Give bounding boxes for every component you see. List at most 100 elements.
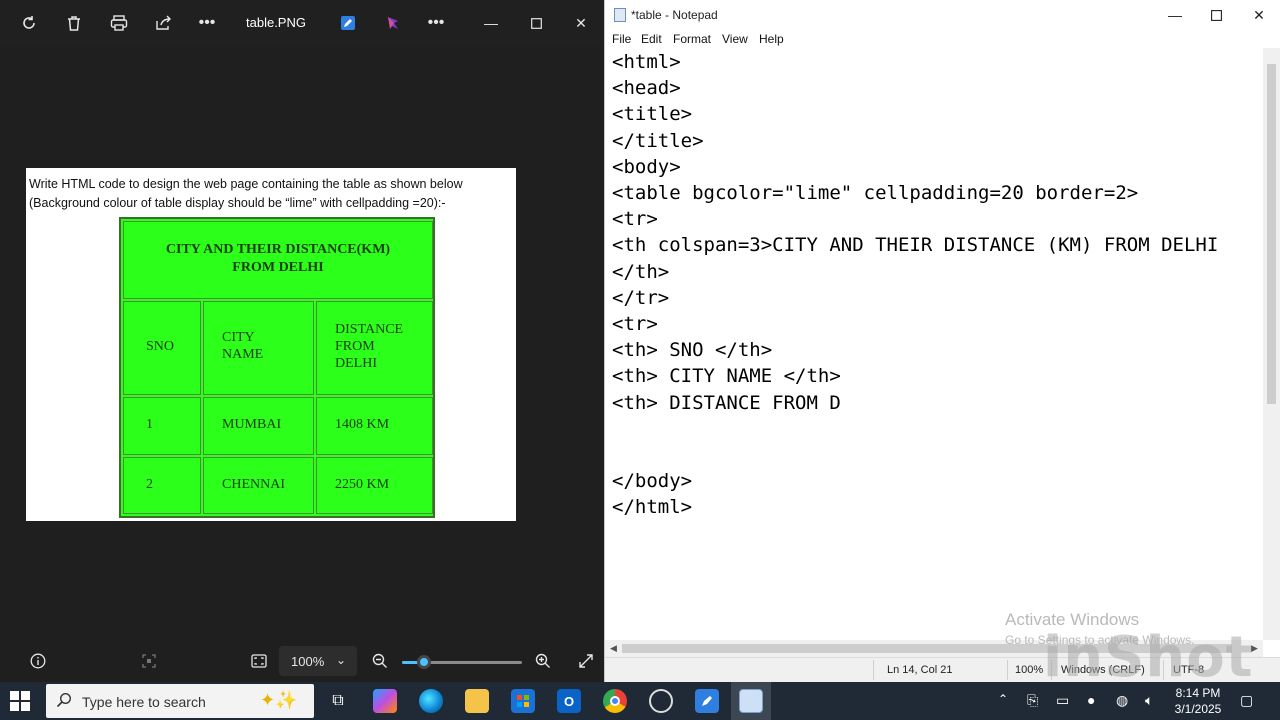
search-highlight-icon: ✦✨ <box>260 690 298 710</box>
copilot-icon[interactable] <box>373 689 397 713</box>
vertical-scrollbar[interactable] <box>1263 48 1280 640</box>
notepad-window: *table - Notepad — ✕ File Edit Format Vi… <box>604 0 1280 682</box>
taskbar: Type here to search ✦✨ ⧉ O ⌃ ⎘ ▭ ● ◍ 🔈︎ … <box>0 682 1280 720</box>
scroll-left-icon[interactable]: ◀ <box>610 643 617 654</box>
table-title-cell: CITY AND THEIR DISTANCE(KM) FROM DELHI <box>123 221 433 299</box>
search-icon <box>56 692 72 713</box>
menu-view[interactable]: View <box>722 32 748 46</box>
chrome-icon[interactable] <box>603 689 627 713</box>
maximize-icon[interactable] <box>1204 4 1228 26</box>
notepad-title: *table - Notepad <box>631 8 718 22</box>
header-distance: DISTANCE FROM DELHI <box>316 301 433 395</box>
zoom-dropdown[interactable]: 100% ⌄ <box>279 646 357 676</box>
maximize-icon[interactable] <box>521 8 551 38</box>
menu-file[interactable]: File <box>612 32 631 46</box>
minimize-icon[interactable]: — <box>476 8 506 38</box>
instruction-line-2: (Background colour of table display shou… <box>29 196 446 210</box>
menu-help[interactable]: Help <box>759 32 784 46</box>
header-city-label-2: NAME <box>222 347 264 362</box>
delete-icon[interactable] <box>59 8 89 38</box>
viewer-toolbar: ••• table.PNG ••• — ✕ <box>0 0 604 46</box>
header-city: CITY NAME <box>203 301 314 395</box>
menu-edit[interactable]: Edit <box>641 32 662 46</box>
row-2-distance-value: 2250 KM <box>335 477 390 492</box>
code-text: <html> <head> <title> </title> <body> <t… <box>612 51 1219 519</box>
file-explorer-icon[interactable] <box>465 689 489 713</box>
chevron-up-icon[interactable]: ⌃ <box>998 692 1008 706</box>
zoom-slider-thumb[interactable] <box>416 655 431 669</box>
instruction-line-1: Write HTML code to design the web page c… <box>29 177 463 191</box>
row-2-sno-value: 2 <box>146 477 153 492</box>
notepad-taskbar-icon[interactable] <box>739 689 763 713</box>
zoom-out-icon[interactable] <box>372 653 388 672</box>
info-icon[interactable] <box>30 653 46 672</box>
photos-edit-icon[interactable] <box>695 689 719 713</box>
microphone-icon[interactable]: ● <box>1087 692 1095 708</box>
print-icon[interactable] <box>104 8 134 38</box>
taskbar-search-box[interactable]: Type here to search ✦✨ <box>46 684 314 718</box>
table-row-1-sno: 1 <box>123 397 201 455</box>
header-city-label-1: CITY <box>222 330 255 345</box>
chevron-down-icon: ⌄ <box>336 653 347 667</box>
notepad-icon <box>614 8 626 22</box>
notepad-menubar: File Edit Format View Help <box>605 30 1280 48</box>
select-icon[interactable] <box>142 654 156 671</box>
photo-viewer-window: ••• table.PNG ••• — ✕ Write HTML code to… <box>0 0 604 682</box>
clock-app-icon[interactable] <box>649 689 673 713</box>
status-position: Ln 14, Col 21 <box>887 664 953 676</box>
designer-icon[interactable] <box>378 8 408 38</box>
search-placeholder: Type here to search <box>82 694 206 710</box>
clock-time: 8:14 PM <box>1175 686 1221 700</box>
viewer-filename: table.PNG <box>246 15 306 30</box>
minimize-icon[interactable]: — <box>1163 4 1187 26</box>
zoom-in-icon[interactable] <box>535 653 551 672</box>
edge-icon[interactable] <box>419 689 443 713</box>
row-1-city-value: MUMBAI <box>222 417 282 432</box>
table-row-1-city: MUMBAI <box>203 397 314 455</box>
task-view-icon[interactable]: ⧉ <box>326 689 350 713</box>
more-icon[interactable]: ••• <box>421 8 451 38</box>
outlook-icon[interactable]: O <box>557 689 581 713</box>
rotate-icon[interactable] <box>14 8 44 38</box>
store-icon[interactable] <box>511 689 535 713</box>
windows-start-icon[interactable] <box>10 691 30 711</box>
notifications-icon[interactable]: ▢ <box>1240 692 1253 709</box>
vertical-scroll-thumb[interactable] <box>1267 64 1276 404</box>
close-icon[interactable]: ✕ <box>1247 4 1271 26</box>
notepad-titlebar: *table - Notepad — ✕ <box>605 0 1280 30</box>
zoom-value: 100% <box>291 654 325 669</box>
clock-date: 3/1/2025 <box>1174 702 1222 716</box>
table-row-2-sno: 2 <box>123 457 201 514</box>
fullscreen-icon[interactable] <box>578 653 594 672</box>
header-distance-label-1: DISTANCE <box>335 322 404 337</box>
table-title-line2: FROM DELHI <box>232 260 324 275</box>
table-row-2-distance: 2250 KM <box>316 457 433 514</box>
header-distance-label-3: DELHI <box>335 356 377 371</box>
share-icon[interactable] <box>149 8 179 38</box>
document-image: Write HTML code to design the web page c… <box>26 168 516 521</box>
zoom-slider[interactable] <box>402 655 522 669</box>
row-1-sno-value: 1 <box>146 417 153 432</box>
battery-icon[interactable]: ▭ <box>1056 692 1069 709</box>
network-icon[interactable]: ◍ <box>1116 692 1128 709</box>
meet-now-icon[interactable]: ⎘ <box>1027 692 1038 709</box>
volume-icon[interactable]: 🔈︎ <box>1145 692 1153 709</box>
notepad-text-area[interactable]: <html> <head> <title> </title> <body> <t… <box>605 48 1263 640</box>
edit-icon[interactable] <box>333 8 363 38</box>
header-sno: SNO <box>123 301 201 395</box>
fit-to-window-icon[interactable] <box>251 654 267 671</box>
header-sno-label: SNO <box>146 339 175 354</box>
status-zoom: 100% <box>1015 664 1044 676</box>
row-1-distance-value: 1408 KM <box>335 417 390 432</box>
table-row-2-city: CHENNAI <box>203 457 314 514</box>
table-row-1-distance: 1408 KM <box>316 397 433 455</box>
table-title-line1: CITY AND THEIR DISTANCE(KM) <box>165 242 391 257</box>
taskbar-clock[interactable]: 8:14 PM 3/1/2025 <box>1170 685 1226 717</box>
menu-format[interactable]: Format <box>673 32 711 46</box>
header-distance-label-2: FROM <box>335 339 375 354</box>
row-2-city-value: CHENNAI <box>222 477 285 492</box>
inshot-watermark: inShot <box>1043 625 1254 690</box>
viewer-bottom-bar: 100% ⌄ <box>0 640 604 682</box>
close-icon[interactable]: ✕ <box>566 8 596 38</box>
more-icon[interactable]: ••• <box>192 8 222 38</box>
